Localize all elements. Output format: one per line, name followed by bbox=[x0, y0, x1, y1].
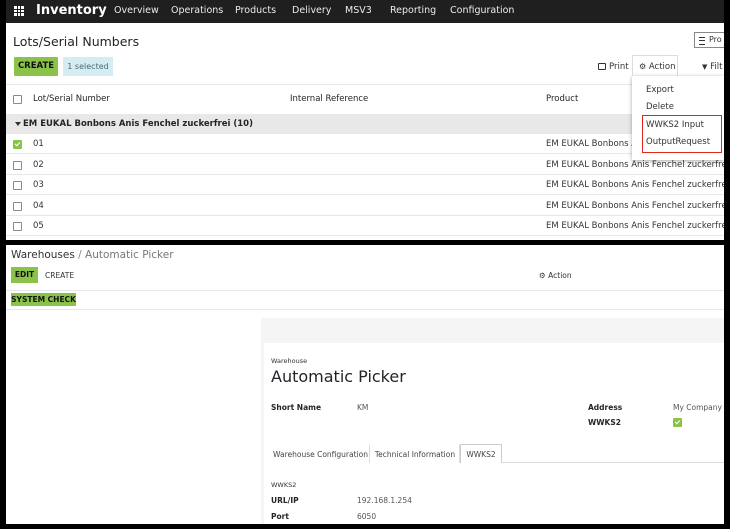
cell-product: EM EUKAL Bonbons A bbox=[546, 139, 638, 149]
highlight-box bbox=[642, 115, 722, 153]
warehouse-name[interactable]: Automatic Picker bbox=[271, 367, 406, 386]
short-name-value[interactable]: KM bbox=[357, 403, 368, 412]
lots-panel: Inventory Overview Operations Products D… bbox=[6, 0, 724, 240]
breadcrumb-parent[interactable]: Warehouses bbox=[11, 249, 75, 261]
breadcrumb-current: Automatic Picker bbox=[85, 249, 174, 261]
column-internal-reference[interactable]: Internal Reference bbox=[290, 94, 368, 104]
url-value[interactable]: 192.168.1.254 bbox=[357, 496, 412, 505]
gear-icon: ⚙ bbox=[639, 62, 647, 71]
selected-count-badge: 1 selected bbox=[63, 57, 113, 76]
nav-msv3[interactable]: MSV3 bbox=[345, 0, 372, 23]
create-button[interactable]: CREATE bbox=[14, 57, 58, 76]
cell-product: EM EUKAL Bonbons Anis Fenchel zuckerfrei bbox=[546, 221, 724, 231]
filters-button[interactable]: ▼ Filt bbox=[702, 62, 722, 72]
print-label: Print bbox=[609, 62, 629, 72]
row-divider bbox=[6, 235, 724, 236]
section-label-wwks2: WWKS2 bbox=[271, 481, 297, 489]
action-button-form[interactable]: ⚙ Action bbox=[539, 271, 572, 280]
short-name-label: Short Name bbox=[271, 403, 322, 412]
action-label: Action bbox=[648, 62, 676, 72]
row-checkbox[interactable] bbox=[13, 160, 22, 170]
caret-down-icon bbox=[15, 122, 21, 126]
app-brand[interactable]: Inventory bbox=[36, 0, 107, 23]
filters-label: Filt bbox=[710, 62, 723, 72]
cell-product: EM EUKAL Bonbons Anis Fenchel zuckerfrei bbox=[546, 180, 724, 190]
table-row[interactable]: 05 EM EUKAL Bonbons Anis Fenchel zuckerfr… bbox=[6, 216, 724, 236]
action-label-form: Action bbox=[548, 271, 572, 280]
table-row[interactable]: 01 EM EUKAL Bonbons A bbox=[6, 134, 724, 154]
row-checkbox[interactable] bbox=[13, 181, 22, 190]
edit-button[interactable]: EDIT bbox=[11, 267, 38, 283]
nav-configuration[interactable]: Configuration bbox=[450, 0, 514, 23]
tab-warehouse-configuration[interactable]: Warehouse Configuration bbox=[271, 444, 370, 463]
print-button[interactable]: Print bbox=[598, 62, 629, 72]
filter-icon: ▼ bbox=[702, 63, 708, 71]
cell-product: EM EUKAL Bonbons Anis Fenchel zuckerfrei bbox=[546, 159, 724, 170]
address-label: Address bbox=[588, 403, 623, 412]
form-label-warehouse: Warehouse bbox=[271, 357, 308, 365]
nav-overview[interactable]: Overview bbox=[114, 0, 159, 23]
port-label: Port bbox=[271, 512, 289, 521]
menu-item-delete[interactable]: Delete bbox=[646, 102, 674, 112]
header-divider bbox=[6, 84, 724, 85]
nav-reporting[interactable]: Reporting bbox=[390, 0, 436, 23]
cell-lot: 04 bbox=[33, 200, 44, 211]
search-input[interactable]: Pro bbox=[694, 32, 724, 48]
tab-wwks2[interactable]: WWKS2 bbox=[460, 444, 502, 463]
statusbar-divider bbox=[6, 309, 724, 310]
view-list-icon bbox=[699, 37, 705, 45]
nav-operations[interactable]: Operations bbox=[171, 0, 223, 23]
address-value[interactable]: My Company bbox=[673, 403, 722, 412]
gear-icon: ⚙ bbox=[539, 271, 546, 280]
tab-technical-information[interactable]: Technical Information bbox=[370, 444, 460, 463]
row-checkbox[interactable] bbox=[13, 140, 22, 149]
port-value[interactable]: 6050 bbox=[357, 512, 376, 521]
cell-lot: 03 bbox=[33, 180, 44, 190]
nav-products[interactable]: Products bbox=[235, 0, 276, 23]
system-check-button[interactable]: SYSTEM CHECK bbox=[11, 293, 76, 306]
apps-menu-icon[interactable] bbox=[14, 6, 24, 16]
cell-product: EM EUKAL Bonbons Anis Fenchel zuckerfrei bbox=[546, 200, 724, 211]
breadcrumb: Warehouses / Automatic Picker bbox=[11, 249, 174, 261]
warehouse-panel: Warehouses / Automatic Picker EDIT CREAT… bbox=[6, 245, 724, 524]
create-button-form[interactable]: CREATE bbox=[45, 271, 74, 280]
cell-lot: 02 bbox=[33, 159, 44, 170]
action-button[interactable]: ⚙ Action bbox=[632, 55, 678, 76]
menu-item-export[interactable]: Export bbox=[646, 85, 674, 95]
column-lot[interactable]: Lot/Serial Number bbox=[33, 94, 110, 104]
wwks2-checkbox[interactable] bbox=[673, 418, 682, 427]
nav-delivery[interactable]: Delivery bbox=[292, 0, 331, 23]
notebook-tabs: Warehouse Configuration Technical Inform… bbox=[271, 444, 724, 463]
group-label: EM EUKAL Bonbons Anis Fenchel zuckerfrei… bbox=[23, 119, 253, 129]
cell-lot: 05 bbox=[33, 221, 44, 231]
action-text: ⚙ Action bbox=[639, 62, 676, 72]
group-row[interactable]: EM EUKAL Bonbons Anis Fenchel zuckerfrei… bbox=[6, 114, 724, 134]
select-all-checkbox[interactable] bbox=[13, 95, 22, 104]
print-icon bbox=[598, 63, 606, 70]
page-title: Lots/Serial Numbers bbox=[13, 34, 140, 49]
url-label: URL/IP bbox=[271, 496, 299, 505]
column-product[interactable]: Product bbox=[546, 94, 578, 104]
cell-lot: 01 bbox=[33, 139, 44, 149]
table-row[interactable]: 04 EM EUKAL Bonbons Anis Fenchel zuckerfr… bbox=[6, 195, 724, 216]
breadcrumb-separator: / bbox=[74, 249, 86, 261]
top-navbar: Inventory Overview Operations Products D… bbox=[6, 0, 724, 23]
table-row[interactable]: 02 EM EUKAL Bonbons Anis Fenchel zuckerfr… bbox=[6, 154, 724, 175]
search-text: Pro bbox=[709, 35, 722, 44]
wwks2-field-label: WWKS2 bbox=[588, 418, 621, 427]
row-checkbox[interactable] bbox=[13, 222, 22, 231]
row-checkbox[interactable] bbox=[13, 201, 22, 211]
toolbar-divider bbox=[6, 290, 724, 291]
table-row[interactable]: 03 EM EUKAL Bonbons Anis Fenchel zuckerfr… bbox=[6, 175, 724, 195]
